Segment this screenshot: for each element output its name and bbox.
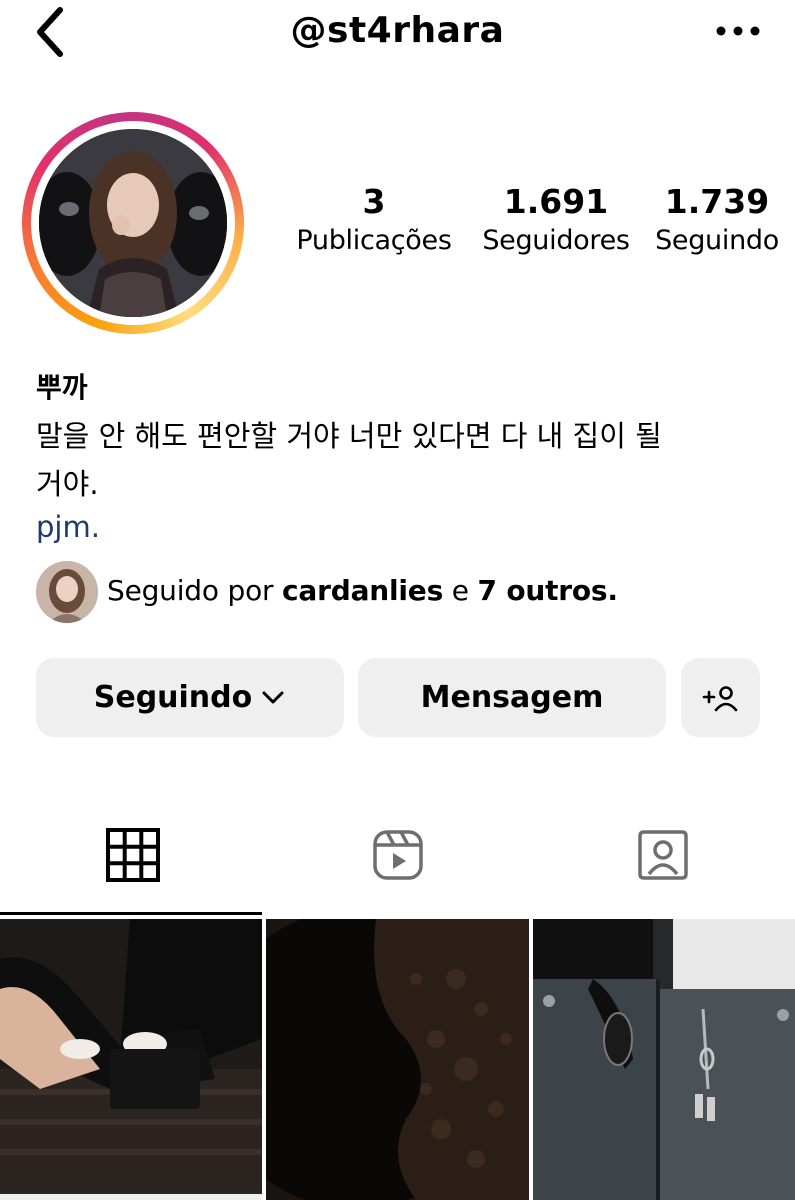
tab-tagged[interactable] — [530, 820, 795, 890]
active-tab-indicator — [0, 912, 262, 915]
followed-by-conjunction: e — [451, 574, 469, 607]
suggest-people-button[interactable] — [681, 658, 760, 737]
stat-posts[interactable]: 3 Publicações — [283, 182, 465, 256]
post-thumbnail[interactable] — [0, 919, 262, 1200]
stat-following-value: 1.739 — [664, 182, 770, 221]
bio-line: 거야. — [36, 467, 99, 501]
tab-grid[interactable] — [0, 820, 265, 890]
message-button[interactable]: Mensagem — [358, 658, 666, 737]
followed-by-prefix: Seguido por — [107, 574, 274, 607]
post-thumbnail[interactable] — [533, 919, 795, 1200]
stat-followers-label: Seguidores — [482, 225, 630, 256]
bio-line: 말을 안 해도 편안할 거야 너만 있다면 다 내 집이 될 — [36, 419, 662, 453]
add-person-icon — [702, 685, 737, 711]
bio: 말을 안 해도 편안할 거야 너만 있다면 다 내 집이 될 거야. — [36, 412, 756, 508]
following-button-label: Seguindo — [93, 680, 253, 715]
display-name: 뿌까 — [36, 371, 88, 404]
message-button-label: Mensagem — [420, 680, 604, 715]
more-options-button[interactable] — [712, 14, 764, 48]
stat-followers-value: 1.691 — [503, 182, 609, 221]
tab-reels[interactable] — [265, 820, 530, 890]
followed-by-user: cardanlies — [282, 574, 444, 607]
stat-following-label: Seguindo — [655, 225, 779, 256]
following-button[interactable]: Seguindo — [36, 658, 344, 737]
followed-by-others: 7 outros. — [477, 574, 619, 607]
profile-link[interactable]: pjm. — [36, 510, 100, 544]
stat-posts-label: Publicações — [296, 225, 452, 256]
more-horizontal-icon — [716, 26, 760, 36]
chevron-down-icon — [262, 691, 284, 703]
post-thumbnail[interactable] — [266, 919, 529, 1200]
stat-followers[interactable]: 1.691 Seguidores — [470, 182, 642, 256]
tagged-person-icon — [637, 830, 688, 880]
followed-by-text[interactable]: Seguido por cardanlies e 7 outros. — [107, 574, 618, 607]
stat-posts-value: 3 — [362, 182, 386, 221]
reels-icon — [372, 830, 423, 880]
profile-username: @st4rhara — [290, 10, 505, 51]
grid-icon — [105, 828, 160, 882]
stat-following[interactable]: 1.739 Seguindo — [646, 182, 788, 256]
mutual-follower-avatar[interactable] — [36, 561, 98, 623]
profile-avatar[interactable] — [39, 129, 227, 317]
